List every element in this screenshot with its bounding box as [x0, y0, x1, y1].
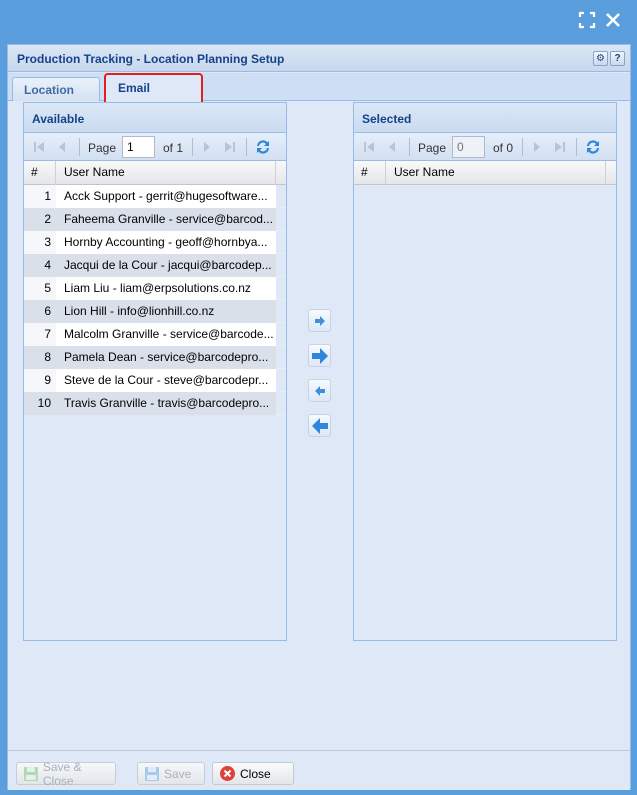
- first-page-icon[interactable]: [32, 140, 46, 154]
- pager-separator: [79, 138, 80, 156]
- column-header-user-name[interactable]: User Name: [56, 161, 276, 185]
- tab-email[interactable]: Email: [104, 73, 203, 105]
- pager-separator: [246, 138, 247, 156]
- add-all-button[interactable]: [308, 344, 331, 367]
- maximize-icon[interactable]: [578, 11, 596, 29]
- available-panel: Available Page of 1: [23, 102, 287, 641]
- help-icon[interactable]: ?: [610, 51, 625, 66]
- table-row[interactable]: 2 Faheema Granville - service@barcod...: [24, 208, 286, 231]
- window-footer: Save & Close Save Close: [8, 750, 630, 790]
- table-row[interactable]: 4 Jacqui de la Cour - jacqui@barcodep...: [24, 254, 286, 277]
- window-titlebar: Production Tracking - Location Planning …: [8, 45, 630, 72]
- pager-separator: [192, 138, 193, 156]
- first-page-icon[interactable]: [362, 140, 376, 154]
- tab-strip: Location Email: [8, 73, 630, 105]
- next-page-icon[interactable]: [200, 140, 214, 154]
- table-row[interactable]: 6 Lion Hill - info@lionhill.co.nz: [24, 300, 286, 323]
- close-button[interactable]: Close: [212, 762, 294, 785]
- remove-all-button[interactable]: [308, 414, 331, 437]
- refresh-icon[interactable]: [254, 138, 272, 156]
- window-controls: [578, 11, 622, 29]
- table-row[interactable]: 1 Acck Support - gerrit@hugesoftware...: [24, 185, 286, 208]
- next-page-icon[interactable]: [530, 140, 544, 154]
- add-selected-button[interactable]: [308, 309, 331, 332]
- window-title: Production Tracking - Location Planning …: [17, 52, 285, 66]
- column-header-num[interactable]: #: [354, 161, 386, 185]
- remove-selected-button[interactable]: [308, 379, 331, 402]
- table-row[interactable]: 5 Liam Liu - liam@erpsolutions.co.nz: [24, 277, 286, 300]
- page-count: of 0: [493, 141, 514, 155]
- column-header-num[interactable]: #: [24, 161, 56, 185]
- available-pager: Page of 1: [24, 133, 286, 161]
- last-page-icon[interactable]: [223, 140, 237, 154]
- page-input[interactable]: [122, 136, 155, 158]
- selected-header: Selected: [354, 103, 616, 133]
- available-title: Available: [32, 112, 85, 126]
- page-label: Page: [88, 141, 117, 155]
- close-circle-icon: [220, 766, 235, 781]
- move-buttons: [308, 309, 332, 449]
- table-row[interactable]: 3 Hornby Accounting - geoff@hornbya...: [24, 231, 286, 254]
- selected-panel: Selected Page of 0: [353, 102, 617, 641]
- table-row[interactable]: 8 Pamela Dean - service@barcodepro...: [24, 346, 286, 369]
- save-and-close-button[interactable]: Save & Close: [16, 760, 116, 788]
- pager-separator: [409, 138, 410, 156]
- table-row[interactable]: 7 Malcolm Granville - service@barcode...: [24, 323, 286, 346]
- last-page-icon[interactable]: [553, 140, 567, 154]
- save-icon: [145, 766, 159, 781]
- arrow-right-small-icon: [314, 315, 325, 326]
- table-row[interactable]: 9 Steve de la Cour - steve@barcodepr...: [24, 369, 286, 392]
- selected-grid-header: # User Name: [354, 161, 616, 185]
- arrow-right-icon: [311, 347, 328, 364]
- selected-pager: Page of 0: [354, 133, 616, 161]
- page-label: Page: [418, 141, 447, 155]
- gear-icon[interactable]: ⚙: [593, 51, 608, 66]
- tab-location[interactable]: Location: [12, 77, 100, 101]
- arrow-left-small-icon: [314, 385, 325, 396]
- table-row[interactable]: 10 Travis Granville - travis@barcodepro..…: [24, 392, 286, 415]
- setup-window: Production Tracking - Location Planning …: [7, 44, 631, 790]
- available-grid-body: 1 Acck Support - gerrit@hugesoftware... 2…: [24, 185, 286, 415]
- close-icon[interactable]: [604, 11, 622, 29]
- selected-title: Selected: [362, 112, 412, 126]
- title-tools: ⚙ ?: [593, 51, 625, 66]
- email-tab-content: Available Page of 1: [8, 102, 630, 750]
- available-grid-header: # User Name: [24, 161, 286, 185]
- page-count: of 1: [163, 141, 184, 155]
- column-header-user-name[interactable]: User Name: [386, 161, 606, 185]
- available-header: Available: [24, 103, 286, 133]
- save-button[interactable]: Save: [137, 762, 205, 785]
- pager-separator: [576, 138, 577, 156]
- prev-page-icon[interactable]: [385, 140, 399, 154]
- prev-page-icon[interactable]: [55, 140, 69, 154]
- refresh-icon[interactable]: [584, 138, 602, 156]
- page-input[interactable]: [452, 136, 485, 158]
- arrow-left-icon: [311, 417, 328, 434]
- save-icon: [23, 766, 38, 781]
- pager-separator: [522, 138, 523, 156]
